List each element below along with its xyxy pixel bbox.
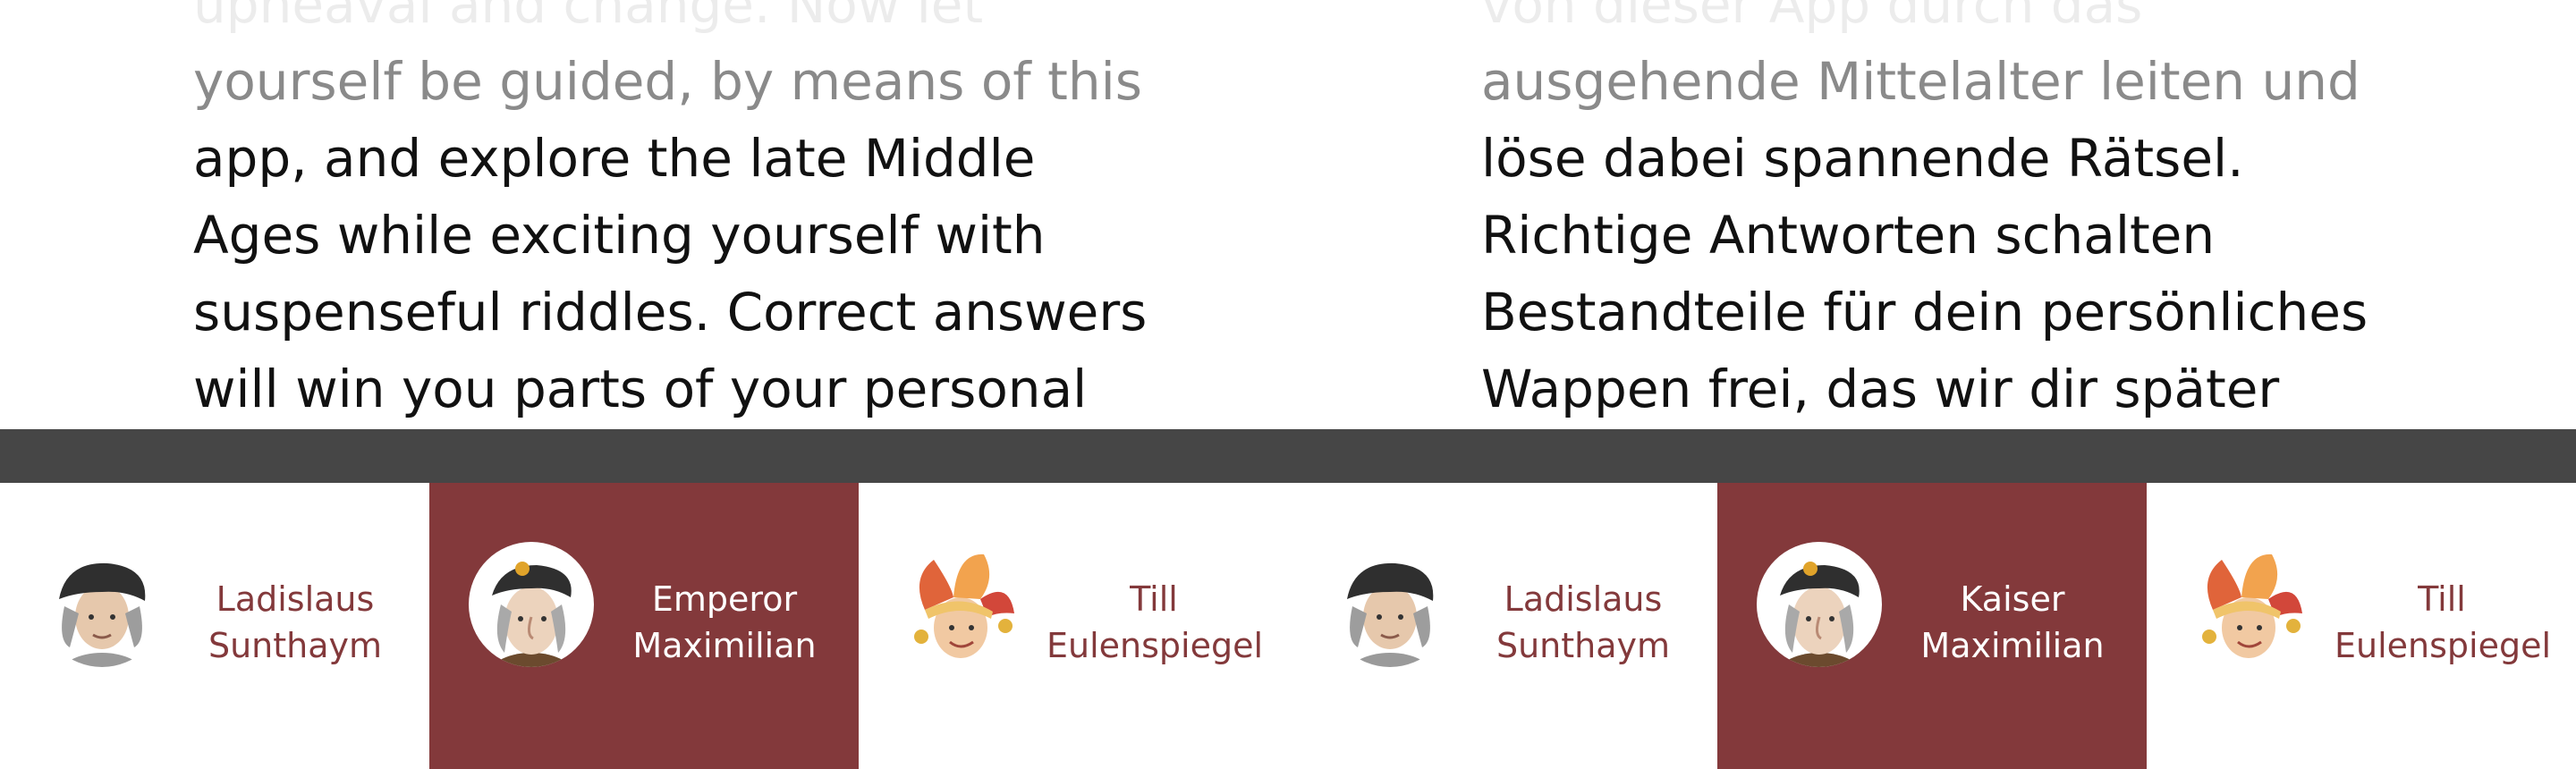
intro-line: Richtige Antworten schalten bbox=[1481, 205, 2216, 266]
emperor-portrait-icon bbox=[1757, 542, 1882, 667]
character-name: Till Eulenspiegel bbox=[1046, 576, 1264, 669]
character-tab-kaiser-maximilian[interactable]: Kaiser Maximilian bbox=[1717, 483, 2147, 769]
character-last-name: Maximilian bbox=[1920, 626, 2105, 665]
character-last-name: Sunthaym bbox=[208, 626, 383, 665]
intro-line: yourself be guided, by means of this bbox=[193, 51, 1142, 112]
section-divider bbox=[0, 429, 2576, 483]
intro-line: löse dabei spannende Rätsel. bbox=[1481, 128, 2244, 189]
character-name: Till Eulenspiegel bbox=[2334, 576, 2552, 669]
character-tab-emperor-maximilian[interactable]: Emperor Maximilian bbox=[429, 483, 859, 769]
character-name: Kaiser Maximilian bbox=[1905, 576, 2120, 669]
intro-line: suspenseful riddles. Correct answers bbox=[193, 282, 1148, 342]
scholar-portrait-icon bbox=[39, 542, 165, 667]
character-selector: Ladislaus Sunthaym Emperor Maximilian Ti… bbox=[0, 483, 2576, 769]
emperor-portrait-icon bbox=[469, 542, 594, 667]
character-tab-till-eulenspiegel[interactable]: Till Eulenspiegel bbox=[859, 483, 1288, 769]
character-tab-ladislaus-sunthaym[interactable]: Ladislaus Sunthaym bbox=[0, 483, 429, 769]
jester-portrait-icon bbox=[898, 542, 1023, 667]
intro-german-column: von dieser App durch das ausgehende Mitt… bbox=[1481, 0, 2411, 427]
character-last-name: Eulenspiegel bbox=[2334, 626, 2552, 665]
intro-english-column: upheaval and change. Now let yourself be… bbox=[193, 0, 1148, 427]
scholar-portrait-icon bbox=[1327, 542, 1453, 667]
character-first-name: Till bbox=[1130, 579, 1178, 619]
character-name: Emperor Maximilian bbox=[617, 576, 832, 669]
intro-line: will win you parts of your personal bbox=[193, 359, 1088, 419]
character-last-name: Eulenspiegel bbox=[1046, 626, 1264, 665]
intro-line: ausgehende Mittelalter leiten und bbox=[1481, 51, 2360, 112]
character-tab-ladislaus-sunthaym-de[interactable]: Ladislaus Sunthaym bbox=[1288, 483, 1717, 769]
character-name: Ladislaus Sunthaym bbox=[1476, 576, 1690, 669]
character-last-name: Maximilian bbox=[632, 626, 817, 665]
intro-line: Bestandteile für dein persönliches bbox=[1481, 282, 2368, 342]
character-first-name: Emperor bbox=[651, 579, 798, 619]
character-tab-till-eulenspiegel-de[interactable]: Till Eulenspiegel bbox=[2147, 483, 2576, 769]
character-name: Ladislaus Sunthaym bbox=[188, 576, 402, 669]
character-first-name: Ladislaus bbox=[1504, 579, 1663, 619]
intro-text-section: upheaval and change. Now let yourself be… bbox=[0, 0, 2576, 429]
intro-line: app, and explore the late Middle bbox=[193, 128, 1036, 189]
character-first-name: Till bbox=[2418, 579, 2466, 619]
jester-portrait-icon bbox=[2186, 542, 2311, 667]
intro-line: von dieser App durch das bbox=[1481, 0, 2143, 35]
character-first-name: Ladislaus bbox=[216, 579, 375, 619]
intro-line: Ages while exciting yourself with bbox=[193, 205, 1046, 266]
character-last-name: Sunthaym bbox=[1496, 626, 1671, 665]
intro-line: upheaval and change. Now let bbox=[193, 0, 984, 35]
character-first-name: Kaiser bbox=[1960, 579, 2065, 619]
intro-line: Wappen frei, das wir dir später bbox=[1481, 359, 2280, 419]
